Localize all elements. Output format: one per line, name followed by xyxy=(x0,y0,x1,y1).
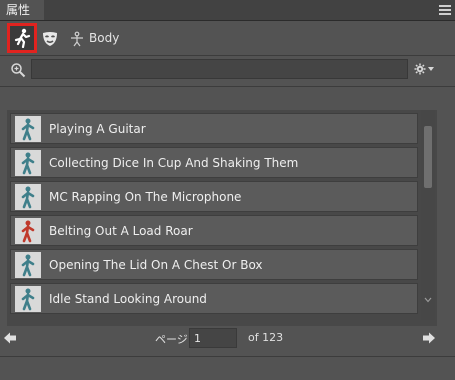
body-label[interactable]: Body xyxy=(89,31,119,45)
character-figure-icon xyxy=(21,288,35,311)
list-item-label: Collecting Dice In Cup And Shaking Them xyxy=(49,156,299,170)
list-scrollbar[interactable] xyxy=(421,110,435,320)
mask-icon xyxy=(43,32,57,46)
list-item-label: MC Rapping On The Microphone xyxy=(49,190,242,204)
zoom-search-icon[interactable] xyxy=(10,62,26,78)
motion-thumbnail xyxy=(15,286,41,312)
panel-tab-properties[interactable]: 属性 xyxy=(0,0,44,20)
running-figure-icon xyxy=(14,28,31,48)
list-item-label: Belting Out A Load Roar xyxy=(49,224,193,238)
page-total: of 123 xyxy=(248,331,284,344)
motion-thumbnail xyxy=(15,116,41,142)
expression-mode-button[interactable] xyxy=(35,24,65,54)
panel-header: 属性 xyxy=(0,0,455,21)
list-item[interactable]: MC Rapping On The Microphone xyxy=(10,181,418,212)
list-item-label: Opening The Lid On A Chest Or Box xyxy=(49,258,263,272)
gear-icon xyxy=(414,63,426,75)
scroll-down-arrow-icon[interactable] xyxy=(424,296,432,304)
next-page-arrow-icon[interactable] xyxy=(423,332,435,344)
list-item[interactable]: Idle Stand Looking Around xyxy=(10,283,418,314)
motion-thumbnail xyxy=(15,150,41,176)
divider xyxy=(0,356,455,357)
list-item[interactable]: Opening The Lid On A Chest Or Box xyxy=(10,249,418,280)
search-row xyxy=(0,57,455,83)
list-item[interactable]: Collecting Dice In Cup And Shaking Them xyxy=(10,147,418,178)
search-input[interactable] xyxy=(31,59,408,79)
character-figure-icon xyxy=(21,186,35,209)
divider xyxy=(0,86,455,87)
character-figure-icon xyxy=(21,254,35,277)
tool-row: Body xyxy=(0,21,455,55)
list-item[interactable]: Belting Out A Load Roar xyxy=(10,215,418,246)
motion-thumbnail xyxy=(15,218,41,244)
page-label: ページ xyxy=(155,333,188,346)
pagination: ページ of 123 xyxy=(0,328,455,350)
character-figure-icon xyxy=(21,152,35,175)
character-figure-icon xyxy=(21,220,35,243)
body-figure-icon xyxy=(71,31,83,47)
motion-thumbnail xyxy=(15,252,41,278)
animation-mode-button[interactable] xyxy=(7,23,37,53)
chevron-down-icon xyxy=(428,67,434,71)
body-mode-button[interactable] xyxy=(62,24,92,54)
list-item-label: Idle Stand Looking Around xyxy=(49,292,207,306)
character-figure-icon xyxy=(21,118,35,141)
divider xyxy=(0,55,455,56)
page-number-input[interactable] xyxy=(189,328,237,348)
previous-page-arrow-icon[interactable] xyxy=(4,332,16,344)
list-item-label: Playing A Guitar xyxy=(49,122,146,136)
settings-dropdown-button[interactable] xyxy=(414,61,436,77)
list-item[interactable]: Playing A Guitar xyxy=(10,113,418,144)
motion-thumbnail xyxy=(15,184,41,210)
motion-list: Playing A Guitar Collecting Dice In Cup … xyxy=(7,110,437,326)
panel-menu-icon[interactable] xyxy=(439,5,451,15)
scrollbar-thumb[interactable] xyxy=(424,126,432,188)
